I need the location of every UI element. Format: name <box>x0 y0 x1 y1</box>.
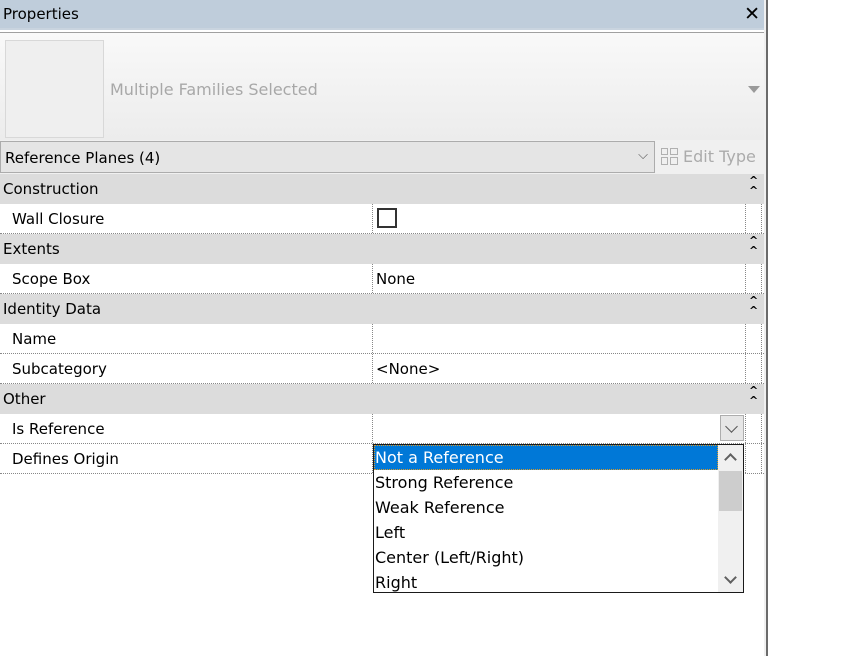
category-filter-select[interactable]: Reference Planes (4) ⌵ <box>0 141 655 173</box>
property-name: Name <box>12 330 57 348</box>
chevron-down-icon[interactable] <box>720 415 744 441</box>
double-chevron-up-icon[interactable]: ^ ^ <box>749 175 758 196</box>
property-value-cell[interactable] <box>372 204 745 233</box>
property-name: Is Reference <box>12 420 105 438</box>
chevron-down-icon[interactable] <box>718 567 743 592</box>
double-chevron-up-icon[interactable]: ^ ^ <box>749 295 758 316</box>
panel-splitter[interactable] <box>764 0 768 656</box>
property-name: Defines Origin <box>12 450 119 468</box>
dropdown-option[interactable]: Right <box>374 570 718 592</box>
row-tail-cell <box>745 414 762 443</box>
property-row-wall-closure: Wall Closure <box>0 204 764 234</box>
edit-type-label: Edit Type <box>683 147 756 166</box>
group-label: Identity Data <box>3 300 102 318</box>
dropdown-option[interactable]: Not a Reference <box>374 445 718 470</box>
type-selector[interactable]: Multiple Families Selected <box>0 32 764 140</box>
group-header-construction[interactable]: Construction ^ ^ <box>0 174 764 204</box>
wall-closure-checkbox[interactable] <box>377 208 397 228</box>
property-row-is-reference: Is Reference <box>0 414 764 444</box>
property-row-subcategory: Subcategory <None> <box>0 354 764 384</box>
group-header-identity-data[interactable]: Identity Data ^ ^ <box>0 294 764 324</box>
property-row-name: Name <box>0 324 764 354</box>
row-tail-cell <box>745 324 762 353</box>
row-tail-cell <box>745 264 762 293</box>
property-name: Scope Box <box>12 270 91 288</box>
category-filter-value: Reference Planes (4) <box>5 149 161 167</box>
is-reference-combo[interactable] <box>372 414 745 443</box>
scrollbar-thumb[interactable] <box>719 471 742 511</box>
group-label: Construction <box>3 180 99 198</box>
group-label: Extents <box>3 240 60 258</box>
is-reference-dropdown-list[interactable]: Not a Reference Strong Reference Weak Re… <box>373 444 744 593</box>
edit-type-button[interactable]: Edit Type <box>661 147 756 166</box>
group-label: Other <box>3 390 46 408</box>
dropdown-scrollbar[interactable] <box>718 445 743 592</box>
property-value-cell[interactable]: None <box>372 264 745 293</box>
row-tail-cell <box>745 354 762 383</box>
double-chevron-up-icon[interactable]: ^ ^ <box>749 235 758 256</box>
type-preview-image <box>5 40 104 138</box>
row-tail-cell <box>745 444 762 473</box>
panel-title: Properties <box>3 5 79 23</box>
property-row-scope-box: Scope Box None <box>0 264 764 294</box>
dropdown-option[interactable]: Strong Reference <box>374 470 718 495</box>
dropdown-option[interactable]: Center (Left/Right) <box>374 545 718 570</box>
filter-row: Reference Planes (4) ⌵ Edit Type <box>0 140 764 174</box>
property-value-cell[interactable] <box>372 324 745 353</box>
properties-grid: Construction ^ ^ Wall Closure Extents ^ ^ … <box>0 174 764 474</box>
row-tail-cell <box>745 204 762 233</box>
chevron-down-icon: ⌵ <box>638 148 648 163</box>
property-name: Subcategory <box>12 360 107 378</box>
chevron-up-icon[interactable] <box>718 445 743 470</box>
panel-titlebar[interactable]: Properties ✕ <box>0 0 764 30</box>
group-header-other[interactable]: Other ^ ^ <box>0 384 764 414</box>
dropdown-option[interactable]: Weak Reference <box>374 495 718 520</box>
properties-panel: Properties ✕ Multiple Families Selected … <box>0 0 764 656</box>
property-name: Wall Closure <box>12 210 105 228</box>
double-chevron-up-icon[interactable]: ^ ^ <box>749 385 758 406</box>
close-icon[interactable]: ✕ <box>744 3 760 25</box>
subcategory-value: <None> <box>376 360 441 378</box>
triangle-down-icon[interactable] <box>748 86 760 93</box>
type-selector-name: Multiple Families Selected <box>110 80 318 99</box>
property-value-cell[interactable]: <None> <box>372 354 745 383</box>
edit-type-icon <box>661 147 679 166</box>
group-header-extents[interactable]: Extents ^ ^ <box>0 234 764 264</box>
scope-box-value: None <box>376 270 416 288</box>
drawing-area[interactable] <box>770 0 853 656</box>
dropdown-option[interactable]: Left <box>374 520 718 545</box>
